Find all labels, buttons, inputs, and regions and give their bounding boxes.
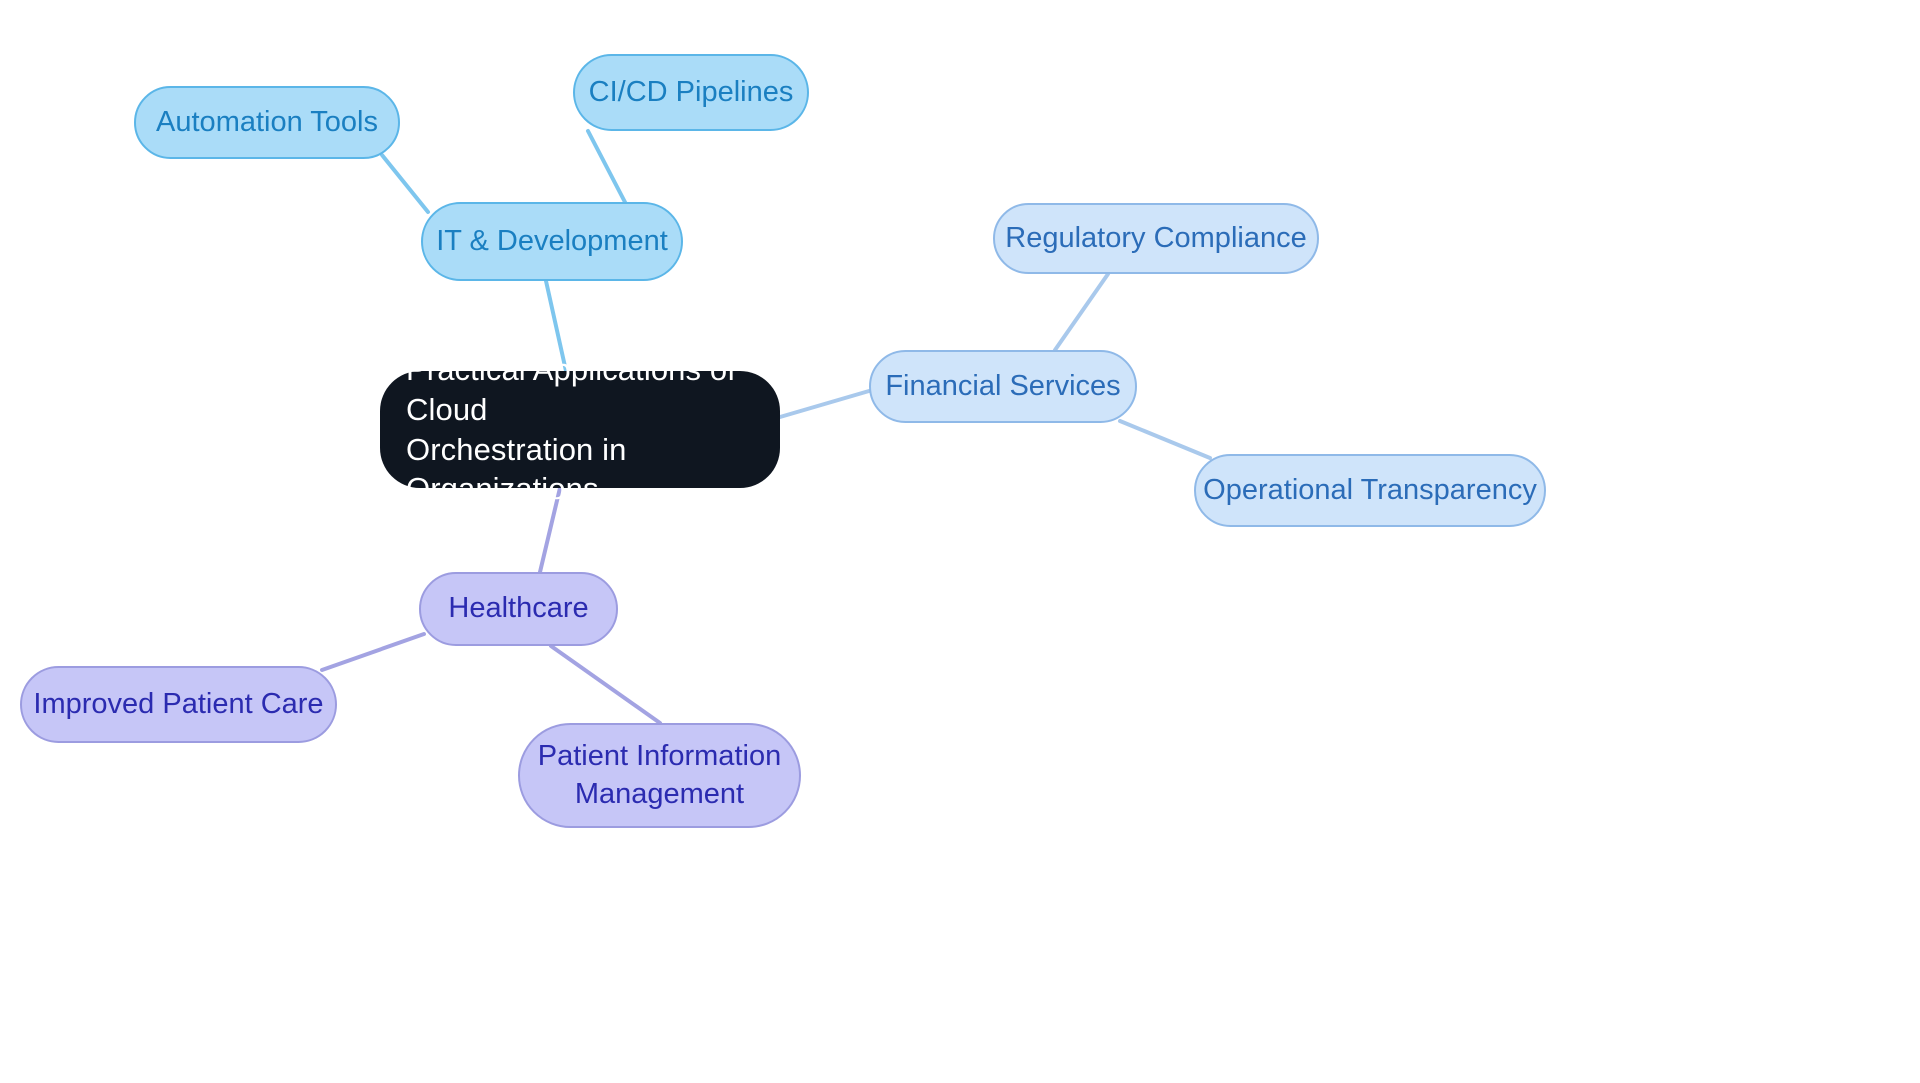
- root-node[interactable]: Practical Applications of Cloud Orchestr…: [380, 352, 780, 506]
- edge-it-automation: [380, 153, 430, 214]
- edge-financial-regulatory: [1053, 272, 1110, 352]
- leaf-node-regulatory-compliance[interactable]: Regulatory Compliance: [993, 203, 1319, 274]
- leaf-node-improved-patient-care[interactable]: Improved Patient Care: [20, 666, 337, 743]
- connector-layer: [320, 129, 1212, 725]
- edge-healthcare-improved: [320, 632, 426, 672]
- mindmap-canvas: Practical Applications of Cloud Orchestr…: [0, 0, 1920, 1083]
- edge-it-cicd: [586, 129, 629, 208]
- branch-node-it-development[interactable]: IT & Development: [421, 202, 683, 281]
- leaf-node-operational-transparency[interactable]: Operational Transparency: [1194, 454, 1546, 527]
- edge-root-financial: [778, 389, 871, 419]
- leaf-node-automation-tools[interactable]: Automation Tools: [134, 86, 400, 159]
- branch-node-financial-services[interactable]: Financial Services: [869, 350, 1137, 423]
- leaf-node-patient-information-management[interactable]: Patient Information Management: [518, 723, 801, 828]
- leaf-node-cicd-pipelines[interactable]: CI/CD Pipelines: [573, 54, 809, 131]
- edge-healthcare-patient-info: [549, 644, 662, 725]
- edge-financial-operational: [1118, 419, 1212, 460]
- branch-node-healthcare[interactable]: Healthcare: [419, 572, 618, 646]
